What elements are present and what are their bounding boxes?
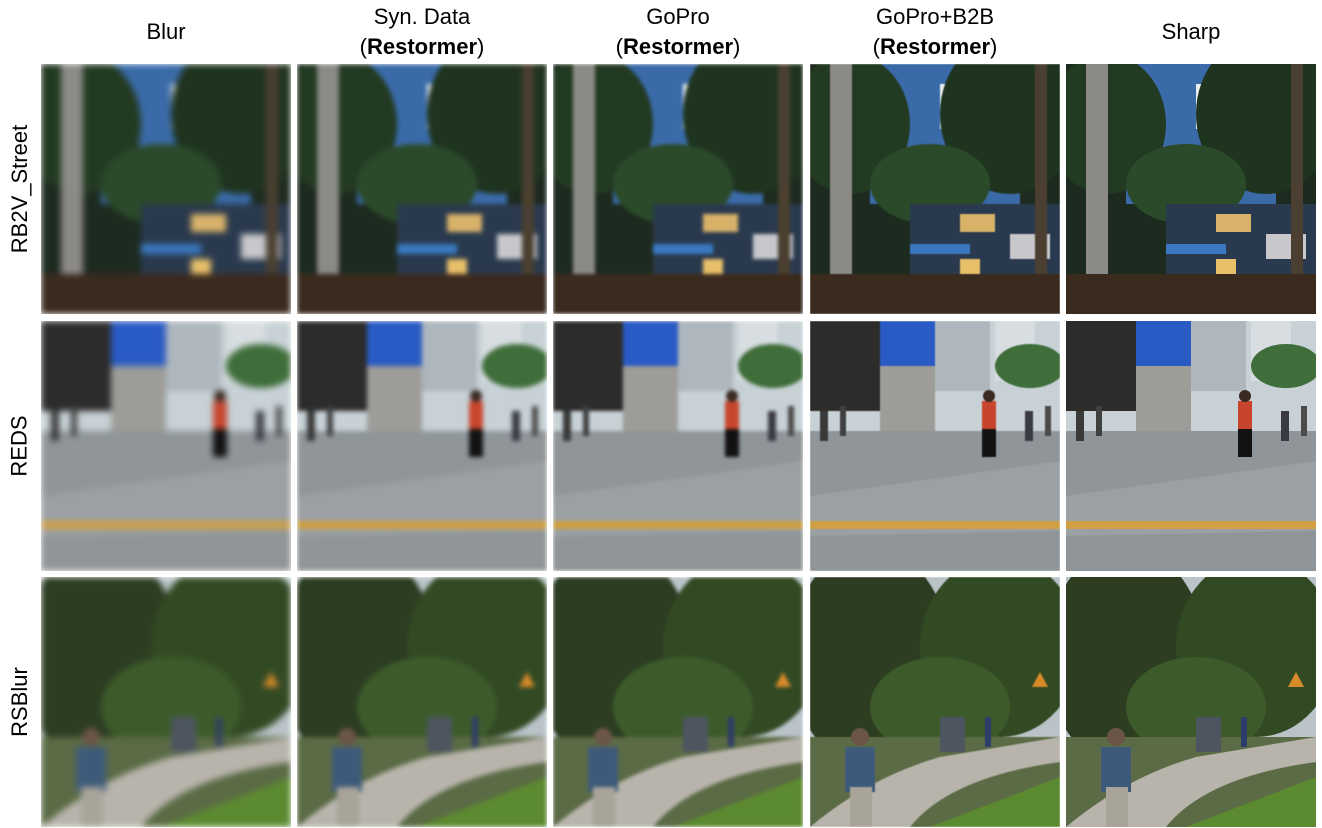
image-rb2v-street-syn-data xyxy=(297,64,547,314)
column-title: Sharp xyxy=(1161,19,1221,44)
column-header-sharp: Sharp xyxy=(1066,0,1316,64)
image-rb2v-street-gopro xyxy=(553,64,803,314)
column-title: GoPro+B2B xyxy=(875,4,994,29)
column-header-gopro-b2b: GoPro+B2B (Restormer) xyxy=(810,0,1060,64)
image-reds-syn-data xyxy=(297,321,547,571)
image-reds-sharp xyxy=(1066,321,1316,571)
image-rsblur-syn-data xyxy=(297,577,547,827)
row-label-reds: REDS xyxy=(7,415,32,477)
column-title: Syn. Data xyxy=(373,4,471,29)
column-title: GoPro xyxy=(646,4,710,29)
column-subtitle: (Restormer) xyxy=(872,34,998,59)
column-subtitle: (Restormer) xyxy=(615,34,741,59)
image-reds-gopro xyxy=(553,321,803,571)
image-rb2v-street-blur xyxy=(41,64,291,314)
column-header-blur: Blur xyxy=(41,0,291,64)
image-rsblur-gopro xyxy=(553,577,803,827)
image-reds-blur xyxy=(41,321,291,571)
column-title: Blur xyxy=(146,19,186,44)
image-reds-gopro-b2b xyxy=(810,321,1060,571)
image-rb2v-street-sharp xyxy=(1066,64,1316,314)
column-header-syn-data: Syn. Data (Restormer) xyxy=(297,0,547,64)
image-rb2v-street-gopro-b2b xyxy=(810,64,1060,314)
column-header-gopro: GoPro (Restormer) xyxy=(553,0,803,64)
image-rsblur-blur xyxy=(41,577,291,827)
row-label-rsblur: RSBlur xyxy=(7,667,32,737)
image-rsblur-gopro-b2b xyxy=(810,577,1060,827)
row-label-rb2v-street: RB2V_Street xyxy=(7,124,32,254)
image-rsblur-sharp xyxy=(1066,577,1316,827)
column-subtitle: (Restormer) xyxy=(359,34,485,59)
